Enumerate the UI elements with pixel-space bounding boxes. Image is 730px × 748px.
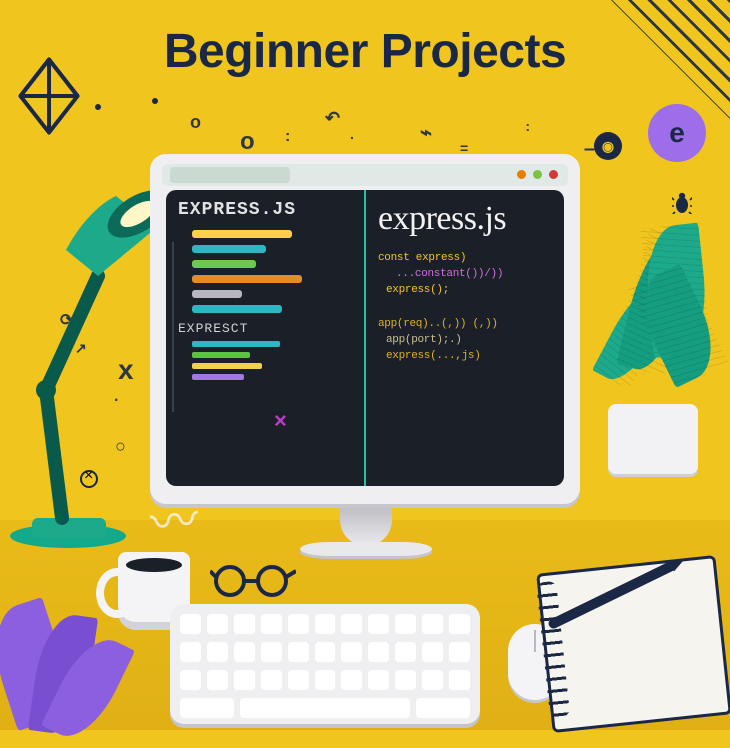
code-line: express(); [386,284,552,296]
glyph-decoration: o [240,128,255,156]
window-dot [549,170,558,179]
glyph-decoration: ↶ [325,108,340,129]
left-pane-label: EXPRESS.JS [178,200,352,220]
left-pane: EXPRESS.JS EXPRESCT × [166,190,364,486]
dot-decoration [152,98,158,104]
glyph-decoration: : [285,128,290,146]
glasses-icon [210,563,296,602]
circle-badge-icon: ◉ [594,132,622,160]
x-glyph: × [274,408,287,434]
code-line: express(...,js) [386,350,552,362]
page-title: Beginner Projects [0,24,730,79]
bug-icon [672,192,692,219]
monitor-base [300,542,432,556]
right-pane-label: express.js [378,200,552,238]
keyboard [170,604,480,724]
browser-tab [170,167,290,183]
steam-icon: 〰 [146,480,201,555]
glyph-decoration: – [584,138,595,161]
right-pane: express.js const express) ...constant())… [366,190,564,486]
sub-label: EXPRESCT [178,321,352,336]
plant-left [0,564,146,734]
e-badge-icon: e [648,104,706,162]
code-line: const express) [378,252,552,264]
octahedron-icon [14,56,84,141]
window-dot [517,170,526,179]
code-editor-screen: EXPRESS.JS EXPRESCT × [166,190,564,486]
plant-right [572,218,722,498]
window-dot [533,170,542,179]
dot-decoration [95,104,101,110]
monitor: EXPRESS.JS EXPRESCT × [150,154,580,504]
code-line: ...constant())/)) [396,268,552,280]
window-chrome [162,164,568,186]
glyph-decoration: o [190,112,201,133]
code-line: app(req)..(,)) (,)) [378,318,552,330]
glyph-decoration: ⌁ [420,120,432,145]
glyph-decoration: . [350,126,354,142]
glyph-decoration: : [525,118,530,134]
code-line: app(port);.) [386,334,552,346]
